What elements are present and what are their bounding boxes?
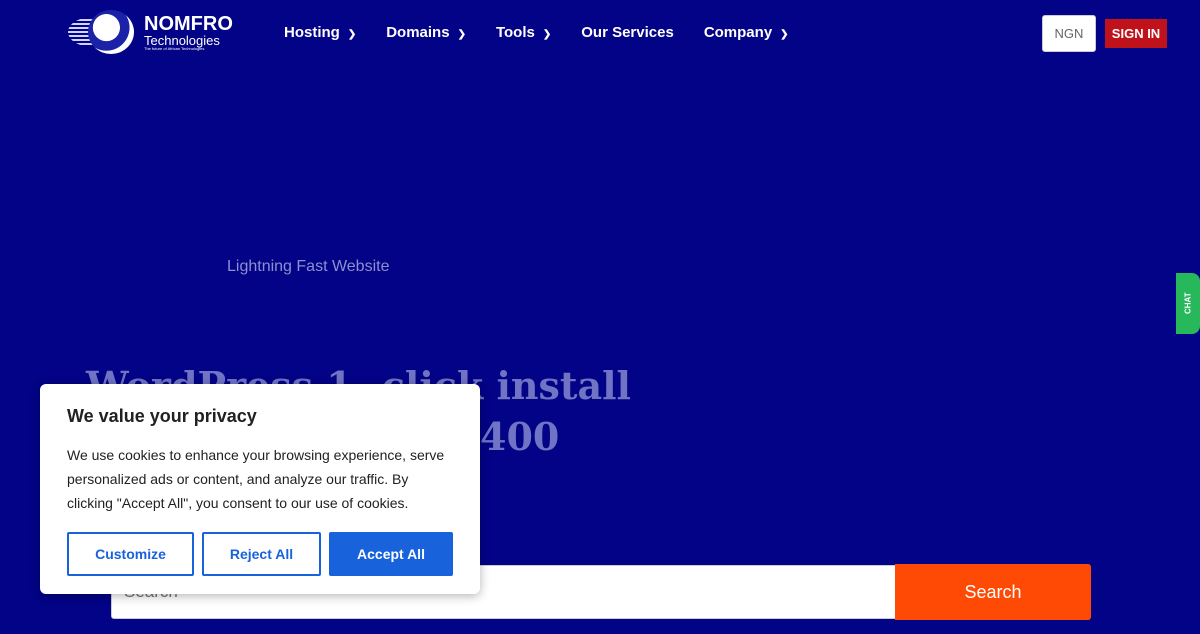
sign-in-button[interactable]: SIGN IN <box>1105 19 1167 48</box>
brand-sub: Technologies <box>144 32 220 48</box>
currency-selector[interactable]: NGN <box>1042 15 1096 52</box>
nav-label: Company <box>703 24 773 41</box>
hero-title-fragment: 400 <box>480 414 560 459</box>
logo[interactable]: NOMFRO Technologies The future of Africa… <box>68 9 233 55</box>
cookie-consent-dialog: We value your privacy We use cookies to … <box>40 384 480 594</box>
nav-label: Hosting <box>284 24 340 41</box>
brand-name: NOMFRO <box>144 12 233 35</box>
chat-label: CHAT <box>1183 292 1193 315</box>
globe-icon <box>68 9 136 55</box>
search-button[interactable]: Search <box>895 564 1091 620</box>
nav-company[interactable]: Company ❯ <box>704 24 789 41</box>
nav-tools[interactable]: Tools ❯ <box>496 24 551 41</box>
hero-subtitle: Lightning Fast Website <box>227 258 390 275</box>
chevron-down-icon: ❯ <box>347 29 357 40</box>
chevron-down-icon: ❯ <box>780 29 789 40</box>
main-nav: Hosting ❯ Domains ❯ Tools ❯ Our Services Co… <box>284 24 789 41</box>
nav-label: Domains <box>386 24 450 41</box>
reject-all-button[interactable]: Reject All <box>202 532 321 576</box>
cookie-text: We use cookies to enhance your browsing … <box>67 447 445 511</box>
chevron-down-icon: ❯ <box>542 29 552 40</box>
nav-our-services[interactable]: Our Services <box>581 24 674 41</box>
nav-label: Tools <box>495 24 535 41</box>
nav-hosting[interactable]: Hosting ❯ <box>284 24 356 41</box>
nav-domains[interactable]: Domains ❯ <box>386 24 466 41</box>
accept-all-button[interactable]: Accept All <box>329 532 453 576</box>
chat-button[interactable]: CHAT <box>1176 273 1200 334</box>
chevron-down-icon: ❯ <box>457 29 466 40</box>
cookie-title: We value your privacy <box>67 406 257 426</box>
customize-button[interactable]: Customize <box>67 532 194 576</box>
